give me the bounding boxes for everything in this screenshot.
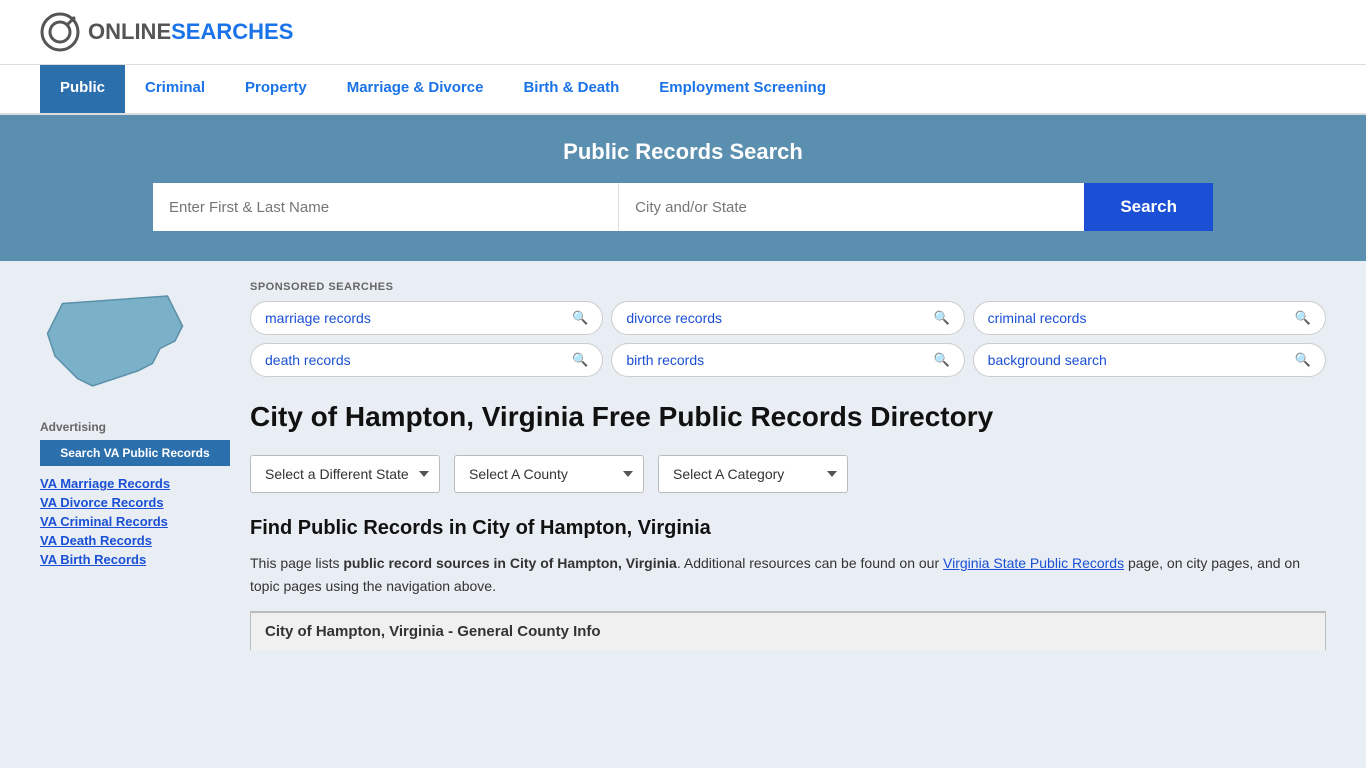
nav-item-criminal[interactable]: Criminal [125,65,225,113]
nav-item-property[interactable]: Property [225,65,327,113]
sidebar-link-criminal[interactable]: VA Criminal Records [40,514,230,529]
search-icon-background: 🔍 [1295,352,1311,368]
state-map [40,281,230,404]
logo-text: ONLINESEARCHES [88,19,293,45]
county-info-header: City of Hampton, Virginia - General Coun… [250,611,1326,650]
hero-search-form: Search [153,183,1213,231]
hero-title: Public Records Search [40,139,1326,165]
logo-searches: SEARCHES [171,19,293,44]
search-button[interactable]: Search [1084,183,1213,231]
search-icon-marriage: 🔍 [572,310,588,326]
find-text-part2: . Additional resources can be found on o… [677,555,943,571]
state-dropdown[interactable]: Select a Different State [250,455,440,493]
sponsored-item-label-background: background search [988,352,1107,368]
sponsored-item-label-death: death records [265,352,351,368]
logo[interactable]: ONLINESEARCHES [40,12,293,52]
sidebar-link-birth[interactable]: VA Birth Records [40,552,230,567]
find-text-part1: This page lists [250,555,343,571]
sidebar-ad-button[interactable]: Search VA Public Records [40,440,230,466]
sponsored-item-label-criminal: criminal records [988,310,1087,326]
virginia-map-svg [40,281,190,401]
find-records-text: This page lists public record sources in… [250,552,1326,597]
dropdowns-row: Select a Different State Select A County… [250,455,1326,493]
sponsored-item-death[interactable]: death records 🔍 [250,343,603,377]
logo-icon [40,12,80,52]
sponsored-item-divorce[interactable]: divorce records 🔍 [611,301,964,335]
page-title: City of Hampton, Virginia Free Public Re… [250,399,1326,435]
sidebar-link-marriage[interactable]: VA Marriage Records [40,476,230,491]
header: ONLINESEARCHES [0,0,1366,65]
main-nav: Public Criminal Property Marriage & Divo… [0,65,1366,115]
hero-banner: Public Records Search Search [0,115,1366,261]
nav-item-employment[interactable]: Employment Screening [639,65,846,113]
search-icon-birth: 🔍 [933,352,949,368]
search-icon-death: 🔍 [572,352,588,368]
sponsored-item-birth[interactable]: birth records 🔍 [611,343,964,377]
sponsored-item-label-divorce: divorce records [626,310,722,326]
sponsored-item-marriage[interactable]: marriage records 🔍 [250,301,603,335]
find-text-bold: public record sources in City of Hampton… [343,555,676,571]
logo-online: ONLINE [88,19,171,44]
sponsored-item-label-marriage: marriage records [265,310,371,326]
search-icon-divorce: 🔍 [933,310,949,326]
sponsored-item-label-birth: birth records [626,352,704,368]
name-input[interactable] [153,183,619,231]
content-area: SPONSORED SEARCHES marriage records 🔍 di… [250,281,1326,650]
sidebar: Advertising Search VA Public Records VA … [40,281,230,650]
main-content: Advertising Search VA Public Records VA … [0,261,1366,670]
sidebar-link-divorce[interactable]: VA Divorce Records [40,495,230,510]
virginia-state-link[interactable]: Virginia State Public Records [943,555,1124,571]
search-icon-criminal: 🔍 [1295,310,1311,326]
sidebar-link-death[interactable]: VA Death Records [40,533,230,548]
category-dropdown[interactable]: Select A Category [658,455,848,493]
nav-item-marriage-divorce[interactable]: Marriage & Divorce [327,65,504,113]
sponsored-label: SPONSORED SEARCHES [250,281,1326,293]
sponsored-grid: marriage records 🔍 divorce records 🔍 cri… [250,301,1326,377]
sponsored-item-criminal[interactable]: criminal records 🔍 [973,301,1326,335]
find-records-title: Find Public Records in City of Hampton, … [250,517,1326,540]
sponsored-item-background[interactable]: background search 🔍 [973,343,1326,377]
county-dropdown[interactable]: Select A County [454,455,644,493]
nav-item-birth-death[interactable]: Birth & Death [503,65,639,113]
sidebar-ad-label: Advertising [40,420,230,434]
location-input[interactable] [619,183,1084,231]
nav-item-public[interactable]: Public [40,65,125,113]
